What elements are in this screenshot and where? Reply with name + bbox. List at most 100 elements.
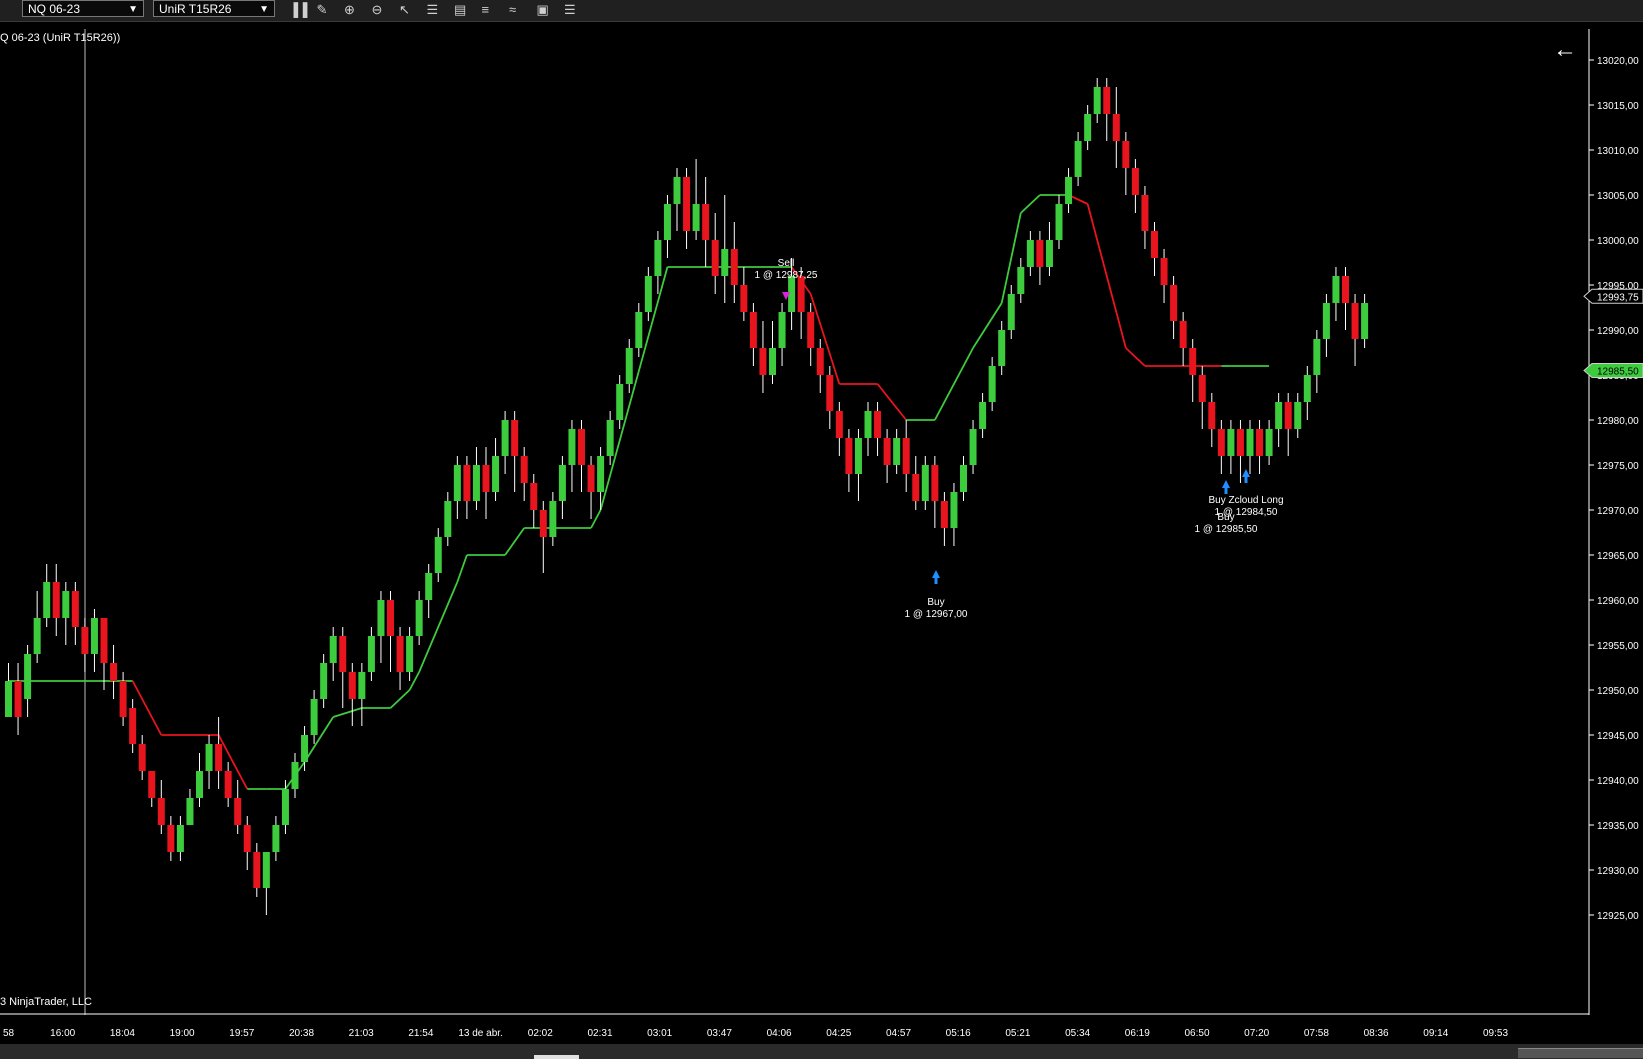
scrollbar-thumb[interactable] [534, 1055, 579, 1059]
candle-up [1026, 240, 1034, 267]
price-tick-label: 12975,00 [1597, 461, 1639, 472]
list-icon[interactable]: ☰ [564, 2, 582, 19]
bar-chart-icon[interactable]: ▐▐ [289, 2, 307, 19]
candle-down [578, 429, 585, 465]
candle-up [969, 429, 977, 465]
candle-up [453, 465, 461, 501]
candle-up [501, 420, 509, 456]
candle-down [14, 681, 22, 717]
candle-up [176, 825, 184, 852]
pointer-icon[interactable]: ↖ [399, 2, 417, 19]
chevron-down-icon: ▼ [259, 4, 269, 15]
trail-segment [1125, 347, 1146, 367]
marker-line-2: 1 @ 12987,25 [755, 270, 818, 281]
candle-up [1017, 267, 1025, 294]
candle-up [769, 348, 776, 375]
horizontal-scrollbar[interactable] [0, 1044, 1643, 1059]
buy-marker[interactable]: Buy1 @ 12967,00 [905, 570, 968, 620]
candle-up [43, 582, 51, 618]
candle-up [291, 762, 299, 789]
price-tick-label: 12930,00 [1597, 866, 1639, 877]
candle-up [492, 456, 500, 492]
marker-line-1: Buy [927, 597, 944, 608]
time-tick-label: 16:00 [50, 1028, 75, 1039]
candle-down [396, 636, 404, 672]
candle-down [1103, 87, 1111, 114]
price-tick-label: 13020,00 [1597, 56, 1639, 67]
candle-down [702, 204, 710, 240]
time-tick-label: 04:06 [767, 1028, 792, 1039]
candle-down [902, 438, 910, 474]
candle-down [138, 744, 146, 771]
price-tick-label: 12955,00 [1597, 641, 1639, 652]
instrument-selector[interactable]: NQ 06-23 ▼ [22, 0, 144, 17]
candle-up [1007, 294, 1015, 330]
candle-up [472, 465, 480, 501]
candle-up [568, 429, 576, 465]
pencil-icon[interactable]: ✎ [317, 2, 335, 19]
candle-down [587, 465, 595, 492]
price-tick-label: 13000,00 [1597, 236, 1639, 247]
candle-up [1093, 87, 1101, 114]
price-chart[interactable]: Sell1 @ 12987,25Buy1 @ 12967,00Buy Zclou… [0, 29, 1590, 1015]
candle-up [950, 492, 958, 528]
candle-up [558, 465, 566, 501]
candle-up [5, 681, 12, 717]
candle-down [740, 285, 748, 312]
templates-icon[interactable]: ▣ [537, 2, 555, 19]
candle-down [148, 771, 156, 798]
candle-up [673, 177, 681, 204]
arrow-shaft [1244, 477, 1248, 483]
candle-up [979, 402, 987, 429]
candle-up [549, 501, 557, 537]
candle-down [797, 276, 805, 312]
trail-segment [408, 671, 420, 691]
time-tick-label: 21:03 [349, 1028, 374, 1039]
time-tick-label: 13 de abr. [458, 1028, 502, 1039]
price-tick-label: 12935,00 [1597, 821, 1639, 832]
marker-line-1: Buy [1217, 512, 1234, 523]
candle-up [625, 348, 633, 384]
time-tick-label: 02:02 [528, 1028, 553, 1039]
candle-down [1112, 114, 1120, 141]
candle-up [960, 465, 967, 492]
sell-marker[interactable]: Sell1 @ 12987,25 [755, 258, 818, 300]
trail-segment [809, 293, 841, 385]
bar-type-selector[interactable]: UniR T15R26 ▼ [153, 0, 275, 17]
candle-down [759, 348, 767, 375]
candle-down [167, 825, 175, 852]
candles [5, 78, 1369, 915]
candle-down [883, 438, 891, 465]
zoom-in-icon[interactable]: ⊕ [344, 2, 362, 19]
candle-up [90, 618, 98, 654]
trail-segment [217, 734, 249, 790]
candle-up [33, 618, 41, 654]
indicator-price-tag: 12985,50 [1583, 363, 1643, 378]
arrow-up-icon [932, 570, 940, 578]
zcloud-marker[interactable]: Buy Zcloud Long1 @ 12984,50 [1208, 469, 1284, 518]
time-tick-label: 07:20 [1244, 1028, 1269, 1039]
candle-down [1208, 402, 1216, 429]
candle-down [100, 618, 108, 663]
marker-line-2: 1 @ 12967,00 [905, 609, 968, 620]
time-tick-label: 05:34 [1065, 1028, 1090, 1039]
chevron-down-icon: ▼ [128, 4, 138, 15]
candle-up [606, 420, 614, 456]
candle-up [616, 384, 624, 420]
candle-up [721, 249, 729, 276]
indicators-icon[interactable]: ≡ [482, 2, 500, 19]
properties-icon[interactable]: ☰ [427, 2, 445, 19]
candle-up [310, 699, 318, 735]
candle-down [1141, 195, 1149, 231]
arrow-shaft [1224, 488, 1228, 494]
candle-up [1065, 177, 1073, 204]
time-tick-label: 04:57 [886, 1028, 911, 1039]
data-box-icon[interactable]: ▤ [454, 2, 472, 19]
strategies-icon[interactable]: ≈ [509, 2, 527, 19]
scrollbar-right-track[interactable] [1518, 1048, 1643, 1058]
candle-down [1351, 303, 1359, 339]
zoom-out-icon[interactable]: ⊖ [372, 2, 390, 19]
time-tick-label: 02:31 [587, 1028, 612, 1039]
candle-up [1332, 276, 1340, 303]
candle-up [854, 438, 862, 474]
